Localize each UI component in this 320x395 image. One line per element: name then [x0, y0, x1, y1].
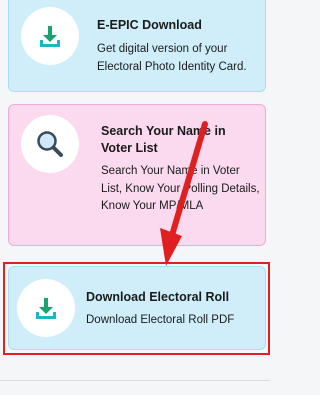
search-icon-circle [21, 115, 79, 173]
download-icon [40, 26, 60, 47]
search-title: Search Your Name in Voter List [101, 124, 226, 155]
annotation-highlight-box [3, 262, 270, 355]
search-description: Search Your Name in Voter List, Know You… [101, 165, 260, 212]
e-epic-title: E-EPIC Download [97, 18, 202, 32]
card-search-voter-list[interactable]: Search Your Name in Voter List Search Yo… [8, 104, 266, 246]
magnifier-icon [37, 131, 63, 157]
e-epic-description: Get digital version of your Electoral Ph… [97, 43, 247, 73]
e-epic-icon-circle [21, 7, 79, 65]
bottom-divider [0, 380, 270, 381]
card-e-epic-download[interactable]: E-EPIC Download Get digital version of y… [8, 0, 266, 92]
